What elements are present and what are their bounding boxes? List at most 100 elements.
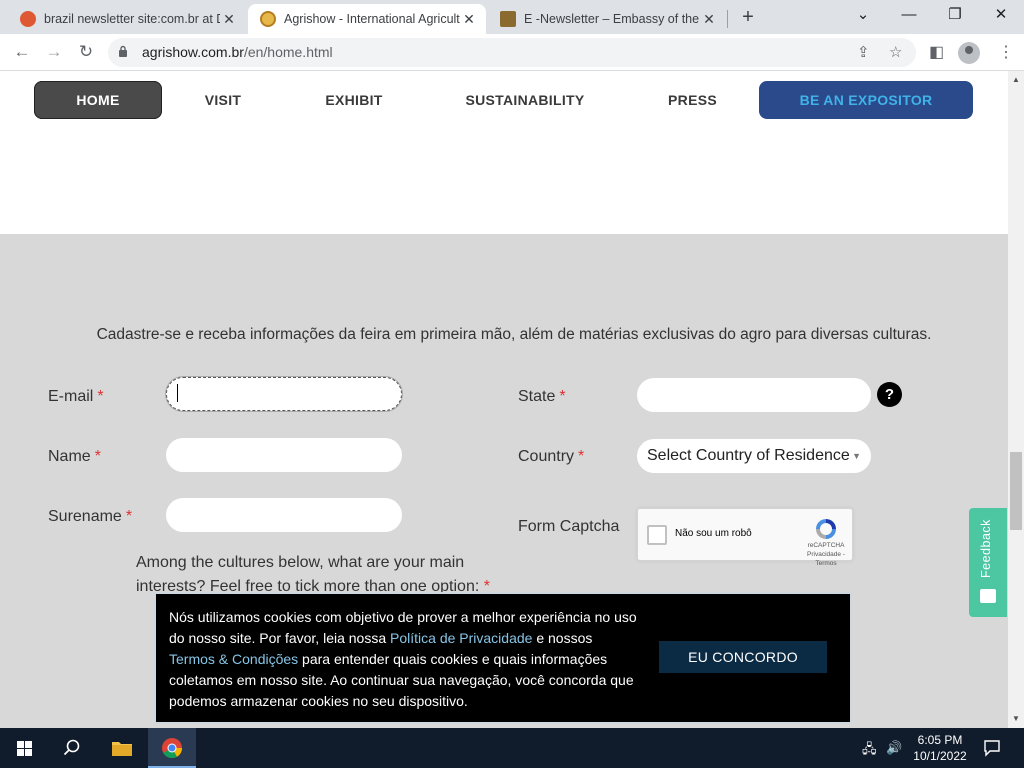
name-input[interactable]: [166, 438, 402, 472]
forward-arrow-icon[interactable]: →: [44, 42, 64, 62]
network-icon[interactable]: 🖧: [862, 740, 877, 762]
required-asterisk: *: [559, 388, 566, 405]
be-an-expositor-button[interactable]: BE AN EXPOSITOR: [759, 81, 973, 119]
duckduckgo-favicon-icon: [20, 11, 36, 27]
tab-title: Agrishow - International Agricult: [284, 12, 460, 26]
search-icon: [63, 739, 80, 756]
feedback-chat-icon: [980, 589, 996, 603]
browser-tab-strip: brazil newsletter site:com.br at D ✕ Agr…: [0, 0, 1024, 34]
restore-window-icon[interactable]: ❐: [932, 4, 978, 28]
volume-icon[interactable]: 🔊: [886, 740, 902, 756]
start-button[interactable]: [0, 728, 48, 768]
country-select[interactable]: Select Country of Residence ▼: [637, 439, 871, 473]
form-captcha-label: Form Captcha: [518, 518, 620, 535]
surename-input[interactable]: [166, 498, 402, 532]
cookie-consent-banner: Nós utilizamos cookies com objetivo de p…: [154, 592, 852, 724]
email-label-text: E-mail: [48, 388, 94, 405]
feedback-label: Feedback: [979, 519, 993, 578]
recaptcha-links[interactable]: Privacidade - Termos: [798, 550, 854, 568]
profile-avatar-icon[interactable]: [958, 42, 980, 64]
file-explorer-button[interactable]: [98, 728, 146, 768]
country-label-text: Country: [518, 448, 575, 465]
browser-tab-agrishow[interactable]: Agrishow - International Agricult ✕: [248, 4, 486, 34]
email-label: E-mail *: [48, 388, 104, 406]
chrome-taskbar-button[interactable]: [148, 728, 196, 768]
required-asterisk: *: [578, 448, 585, 465]
nav-exhibit[interactable]: EXHIBIT: [309, 81, 399, 119]
close-tab-icon[interactable]: ✕: [460, 11, 478, 28]
cookie-text: Nós utilizamos cookies com objetivo de p…: [169, 607, 639, 712]
page-scrollbar[interactable]: ▲ ▼: [1008, 71, 1024, 728]
close-tab-icon[interactable]: ✕: [700, 11, 718, 28]
dropdown-arrow-icon: ▼: [852, 451, 861, 461]
address-bar[interactable]: agrishow.com.br/en/home.html ⇪ ☆: [108, 38, 916, 67]
chrome-menu-icon[interactable]: ⋮: [998, 42, 1014, 62]
nav-sustainability[interactable]: SUSTAINABILITY: [455, 81, 595, 119]
windows-logo-icon: [17, 741, 32, 756]
recaptcha-logo-icon: [816, 519, 836, 539]
nav-press[interactable]: PRESS: [655, 81, 730, 119]
recaptcha-brand: reCAPTCHA Privacidade - Termos: [798, 541, 854, 568]
notifications-icon[interactable]: [983, 739, 1001, 757]
tab-search-chevron-icon[interactable]: ⌄: [840, 4, 886, 28]
email-input[interactable]: [166, 377, 402, 411]
share-icon[interactable]: ⇪: [857, 43, 870, 61]
country-label: Country *: [518, 448, 584, 466]
required-asterisk: *: [125, 508, 133, 525]
cookie-text-part: e nossos: [532, 630, 593, 646]
cookie-agree-button[interactable]: EU CONCORDO: [659, 641, 827, 673]
form-intro-text: Cadastre-se e receba informações da feir…: [96, 326, 932, 343]
bookmark-star-icon[interactable]: ☆: [889, 43, 902, 61]
tab-title: brazil newsletter site:com.br at D: [44, 12, 220, 26]
privacy-policy-link[interactable]: Política de Privacidade: [390, 630, 532, 646]
back-arrow-icon[interactable]: ←: [12, 42, 32, 62]
scroll-down-arrow-icon[interactable]: ▼: [1012, 714, 1020, 723]
browser-toolbar: ← → ↻ agrishow.com.br/en/home.html ⇪ ☆ ◧…: [0, 34, 1024, 71]
name-label-text: Name: [48, 448, 91, 465]
surename-label-text: Surename: [48, 508, 122, 525]
feedback-tab[interactable]: Feedback: [969, 508, 1007, 617]
agrishow-favicon-icon: [260, 11, 276, 27]
required-asterisk: *: [94, 448, 101, 465]
nav-visit[interactable]: VISIT: [182, 81, 264, 119]
new-tab-plus-icon[interactable]: +: [738, 6, 758, 29]
state-label: State *: [518, 388, 566, 406]
close-window-icon[interactable]: ✕: [978, 4, 1024, 28]
clock-date: 10/1/2022: [913, 749, 967, 763]
country-selected-value: Select Country of Residence: [647, 447, 850, 464]
browser-tab-duckduckgo[interactable]: brazil newsletter site:com.br at D ✕: [8, 4, 246, 34]
help-question-icon[interactable]: ?: [877, 382, 902, 407]
recaptcha-checkbox[interactable]: [647, 525, 667, 545]
required-asterisk: *: [97, 388, 104, 405]
recaptcha-widget: Não sou um robô reCAPTCHA Privacidade - …: [637, 508, 853, 567]
page-viewport: HOME VISIT EXHIBIT SUSTAINABILITY PRESS …: [0, 71, 1008, 728]
state-input[interactable]: [637, 378, 871, 412]
state-label-text: State: [518, 388, 556, 405]
name-label: Name *: [48, 448, 101, 466]
url-host: agrishow.com.br: [142, 44, 244, 60]
recaptcha-brand-text: reCAPTCHA: [807, 542, 845, 549]
site-navigation: HOME VISIT EXHIBIT SUSTAINABILITY PRESS …: [0, 71, 1008, 234]
browser-tab-embassy[interactable]: E -Newsletter – Embassy of the R ✕: [488, 4, 726, 34]
minimize-window-icon[interactable]: —: [886, 4, 932, 28]
recaptcha-label: Não sou um robô: [675, 528, 752, 539]
close-tab-icon[interactable]: ✕: [220, 11, 238, 28]
embassy-favicon-icon: [500, 11, 516, 27]
clock-time: 6:05 PM: [917, 733, 963, 747]
lock-icon: [119, 45, 127, 57]
side-panel-icon[interactable]: ◧: [929, 42, 944, 62]
chrome-icon: [162, 738, 183, 759]
terms-conditions-link[interactable]: Termos & Condições: [169, 651, 298, 667]
reload-icon[interactable]: ↻: [76, 42, 96, 62]
search-button[interactable]: [48, 728, 96, 768]
system-clock[interactable]: 6:05 PM 10/1/2022: [908, 732, 972, 764]
scrollbar-thumb[interactable]: [1010, 452, 1022, 530]
folder-icon: [112, 742, 132, 756]
url-text: agrishow.com.br/en/home.html: [142, 44, 333, 60]
surename-label: Surename *: [48, 508, 132, 526]
nav-home[interactable]: HOME: [34, 81, 162, 119]
tab-separator: [727, 10, 728, 28]
text-caret: [177, 384, 178, 402]
interests-question-text: Among the cultures below, what are your …: [136, 554, 480, 595]
scroll-up-arrow-icon[interactable]: ▲: [1012, 75, 1020, 84]
